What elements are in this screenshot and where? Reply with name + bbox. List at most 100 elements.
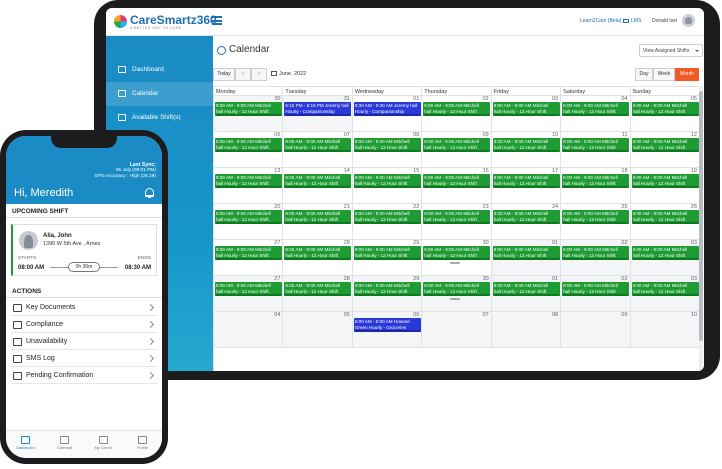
day-cell[interactable]: 29 8:00 AM - 9:00 AM Mitchell hall Hourly … (352, 276, 423, 312)
lms-link[interactable]: LMS (623, 18, 641, 24)
calendar-scrollbar[interactable] (699, 86, 703, 371)
day-cell[interactable]: 01 8:00 AM - 9:00 AM Mitchell hall Hourly … (491, 276, 562, 312)
day-cell[interactable]: 18 8:00 AM - 9:00 AM Mitchell hall Hourly … (561, 168, 631, 204)
day-cell[interactable]: 30 8:00 AM - 9:00 AM Mitchell hall Hourly … (422, 240, 492, 276)
day-cell[interactable]: 24 8:00 AM - 9:00 AM Mitchell hall Hourly … (491, 204, 562, 240)
day-cell[interactable]: 05 (283, 312, 353, 348)
shift-event[interactable]: 8:00 AM - 9:00 AM Mitchell hall Hourly - … (423, 246, 491, 260)
day-cell[interactable]: 05 8:00 AM - 9:00 AM Mitchell hall Hourly … (630, 96, 700, 132)
day-cell[interactable]: 09 (561, 312, 631, 348)
week-view-button[interactable]: Week (653, 68, 675, 81)
day-cell[interactable]: 27 8:00 AM - 9:00 AM Mitchell hall Hourly … (214, 276, 284, 312)
shift-event[interactable]: 8:00 AM - 9:00 AM Mitchell hall Hourly - … (423, 138, 491, 152)
shift-event[interactable]: 8:00 AM - 9:00 AM Mitchell hall Hourly - … (492, 210, 560, 224)
day-cell[interactable]: 31 5:15 PM - 6:15 PM Jeremy hall Hourly - … (283, 96, 353, 132)
scrollbar-thumb[interactable] (699, 91, 703, 341)
day-cell[interactable]: 16 8:00 AM - 9:00 AM Mitchell hall Hourly … (422, 168, 492, 204)
day-cell[interactable]: 02 8:00 AM - 9:00 AM Mitchell hall Hourly … (561, 240, 631, 276)
day-cell[interactable]: 08 8:00 AM - 9:00 AM Mitchell hall Hourly … (352, 132, 423, 168)
day-cell[interactable]: 08 (491, 312, 562, 348)
shift-event[interactable]: 8:00 AM - 9:00 AM Mitchell hall Hourly - … (284, 282, 352, 296)
day-cell[interactable]: 14 8:00 AM - 9:00 AM Mitchell hall Hourly … (283, 168, 353, 204)
user-name[interactable]: Donald Isel (652, 18, 677, 24)
day-cell[interactable]: 19 8:00 AM - 9:00 AM Mitchell hall Hourly … (630, 168, 700, 204)
day-cell[interactable]: 03 8:00 AM - 9:00 AM Mitchell hall Hourly … (630, 240, 700, 276)
menu-toggle-icon[interactable] (212, 16, 222, 25)
sidebar-item-available-shifts[interactable]: Available Shift(s) (106, 106, 213, 130)
app-logo[interactable]: CareSmartz360 A BETTER WAY TO CARE (114, 13, 217, 33)
bell-icon[interactable] (145, 188, 154, 198)
more-events-indicator[interactable] (450, 262, 461, 264)
shift-event[interactable]: 8:00 AM - 9:00 AM Mitchell hall Hourly - … (631, 246, 699, 260)
day-cell[interactable]: 02 8:00 AM - 9:00 AM Mitchell hall Hourly … (561, 276, 631, 312)
shift-event[interactable]: 8:00 AM - 9:00 AM Mitchell hall Hourly - … (353, 246, 421, 260)
day-cell[interactable]: 15 8:00 AM - 9:00 AM Mitchell hall Hourly … (352, 168, 423, 204)
day-cell[interactable]: 03 8:00 AM - 9:00 AM Mitchell hall Hourly … (491, 96, 562, 132)
shift-event[interactable]: 8:00 AM - 9:00 AM Mitchell hall Hourly - … (562, 174, 630, 188)
day-cell[interactable]: 20 8:00 AM - 9:00 AM Mitchell hall Hourly … (214, 204, 284, 240)
day-cell[interactable]: 09 8:00 AM - 9:00 AM Mitchell hall Hourly … (422, 132, 492, 168)
day-cell[interactable]: 07 8:00 AM - 9:00 AM Mitchell hall Hourly … (283, 132, 353, 168)
user-avatar[interactable] (682, 14, 695, 27)
shift-event[interactable]: 8:00 AM - 9:00 AM Mitchell hall Hourly - … (284, 210, 352, 224)
action-item[interactable]: Pending Confirmation (11, 368, 157, 384)
shift-event[interactable]: 8:00 AM - 9:00 AM Mitchell hall Hourly - … (284, 138, 352, 152)
shift-event[interactable]: 8:00 AM - 9:00 AM Mitchell hall Hourly - … (631, 174, 699, 188)
day-cell[interactable]: 21 8:00 AM - 9:00 AM Mitchell hall Hourly … (283, 204, 353, 240)
shift-event[interactable]: 5:15 PM - 6:15 PM Jeremy hall Hourly - Co… (284, 102, 352, 116)
shift-event[interactable]: 8:00 AM - 9:00 AM Mitchell hall Hourly - … (215, 102, 282, 116)
day-cell[interactable]: 13 8:00 AM - 9:00 AM Mitchell hall Hourly … (214, 168, 284, 204)
shift-event[interactable]: 8:00 AM - 9:00 AM Mitchell hall Hourly - … (631, 282, 699, 296)
tab-profile[interactable]: Profile (123, 431, 162, 458)
shift-event[interactable]: 8:00 AM - 9:00 AM Mitchell hall Hourly - … (631, 138, 699, 152)
day-cell[interactable]: 07 (422, 312, 492, 348)
action-item[interactable]: SMS Log (11, 351, 157, 367)
day-cell[interactable]: 30 8:00 AM - 9:00 AM Mitchell hall Hourly … (422, 276, 492, 312)
today-button[interactable]: Today (213, 68, 235, 81)
action-item[interactable]: Compliance (11, 317, 157, 333)
tab-my-clients[interactable]: My Clients (84, 431, 123, 458)
day-cell[interactable]: 28 8:00 AM - 9:00 AM Mitchell hall Hourly … (283, 240, 353, 276)
shift-event[interactable]: 8:00 AM - 9:00 AM Mitchell hall Hourly - … (423, 210, 491, 224)
view-shifts-dropdown[interactable]: View Assigned Shifts (639, 44, 703, 57)
shift-event[interactable]: 8:00 AM - 9:00 AM Mitchell hall Hourly - … (284, 246, 352, 260)
day-cell[interactable]: 10 (630, 312, 700, 348)
tab-calendar[interactable]: Calendar (45, 431, 84, 458)
day-cell[interactable]: 30 8:00 AM - 9:00 AM Mitchell hall Hourly … (214, 96, 284, 132)
shift-event[interactable]: 8:00 AM - 9:00 AM Mitchell hall Hourly - … (353, 174, 421, 188)
shift-event[interactable]: 8:00 AM - 9:00 AM Mitchell hall Hourly - … (215, 246, 282, 260)
day-view-button[interactable]: Day (635, 68, 653, 81)
shift-event[interactable]: 8:00 AM - 9:00 AM Mitchell hall Hourly - … (353, 138, 421, 152)
shift-event[interactable]: 8:00 AM - 9:00 AM Mitchell hall Hourly - … (631, 102, 699, 116)
shift-event[interactable]: 8:00 AM - 9:00 AM Mitchell hall Hourly - … (562, 102, 630, 116)
shift-event[interactable]: 8:00 AM - 9:00 AM Mitchell hall Hourly - … (215, 210, 282, 224)
shift-event[interactable]: 8:00 AM - 9:00 AM Mitchell hall Hourly - … (492, 138, 560, 152)
day-cell[interactable]: 01 8:00 AM - 9:00 AM Mitchell hall Hourly … (491, 240, 562, 276)
shift-event[interactable]: 8:00 AM - 9:00 AM Mitchell hall Hourly - … (423, 174, 491, 188)
shift-event[interactable]: 8:00 AM - 9:00 AM Mitchell hall Hourly - … (353, 210, 421, 224)
learn2care-link[interactable]: Learn2Care (Beta) (580, 18, 621, 24)
shift-event[interactable]: 8:00 AM - 9:00 AM Mitchell hall Hourly - … (562, 138, 630, 152)
action-item[interactable]: Unavailability (11, 334, 157, 350)
shift-event[interactable]: 8:00 AM - 9:00 AM Mitchell hall Hourly - … (215, 282, 282, 296)
shift-event[interactable]: 8:00 AM - 9:00 AM Mitchell hall Hourly - … (215, 138, 282, 152)
day-cell[interactable]: 22 8:00 AM - 9:00 AM Mitchell hall Hourly … (352, 204, 423, 240)
day-cell[interactable]: 23 8:00 AM - 9:00 AM Mitchell hall Hourly … (422, 204, 492, 240)
day-cell[interactable]: 27 8:00 AM - 9:00 AM Mitchell hall Hourly … (214, 240, 284, 276)
month-view-button[interactable]: Month (675, 68, 699, 81)
shift-event[interactable]: 8:00 AM - 9:00 AM Mitchell hall Hourly - … (631, 210, 699, 224)
day-cell[interactable]: 11 8:00 AM - 9:00 AM Mitchell hall Hourly … (561, 132, 631, 168)
shift-event[interactable]: 8:00 AM - 9:00 AM Mitchell hall Hourly - … (492, 102, 560, 116)
day-cell[interactable]: 06 8:00 AM - 9:00 AM Mitchell hall Hourly … (214, 132, 284, 168)
day-cell[interactable]: 01 8:30 AM - 9:30 AM Jeremy hall Hourly - … (352, 96, 423, 132)
shift-event[interactable]: 8:00 AM - 9:00 AM Mitchell hall Hourly - … (562, 246, 630, 260)
sidebar-item-calendar[interactable]: Calendar (106, 82, 213, 106)
shift-event[interactable]: 8:00 AM - 9:00 AM Mitchell hall Hourly - … (215, 174, 282, 188)
shift-event[interactable]: 8:00 AM - 9:00 AM Mitchell hall Hourly - … (423, 102, 491, 116)
day-cell[interactable]: 25 8:00 AM - 9:00 AM Mitchell hall Hourly … (561, 204, 631, 240)
action-item[interactable]: Key Documents (11, 300, 157, 316)
shift-event[interactable]: 8:00 AM - 9:00 AM Howard Green Hourly - G… (353, 318, 421, 332)
day-cell[interactable]: 17 8:00 AM - 9:00 AM Mitchell hall Hourly … (491, 168, 562, 204)
shift-event[interactable]: 8:00 AM - 9:00 AM Mitchell hall Hourly - … (492, 246, 560, 260)
shift-event[interactable]: 8:00 AM - 9:00 AM Mitchell hall Hourly - … (353, 282, 421, 296)
